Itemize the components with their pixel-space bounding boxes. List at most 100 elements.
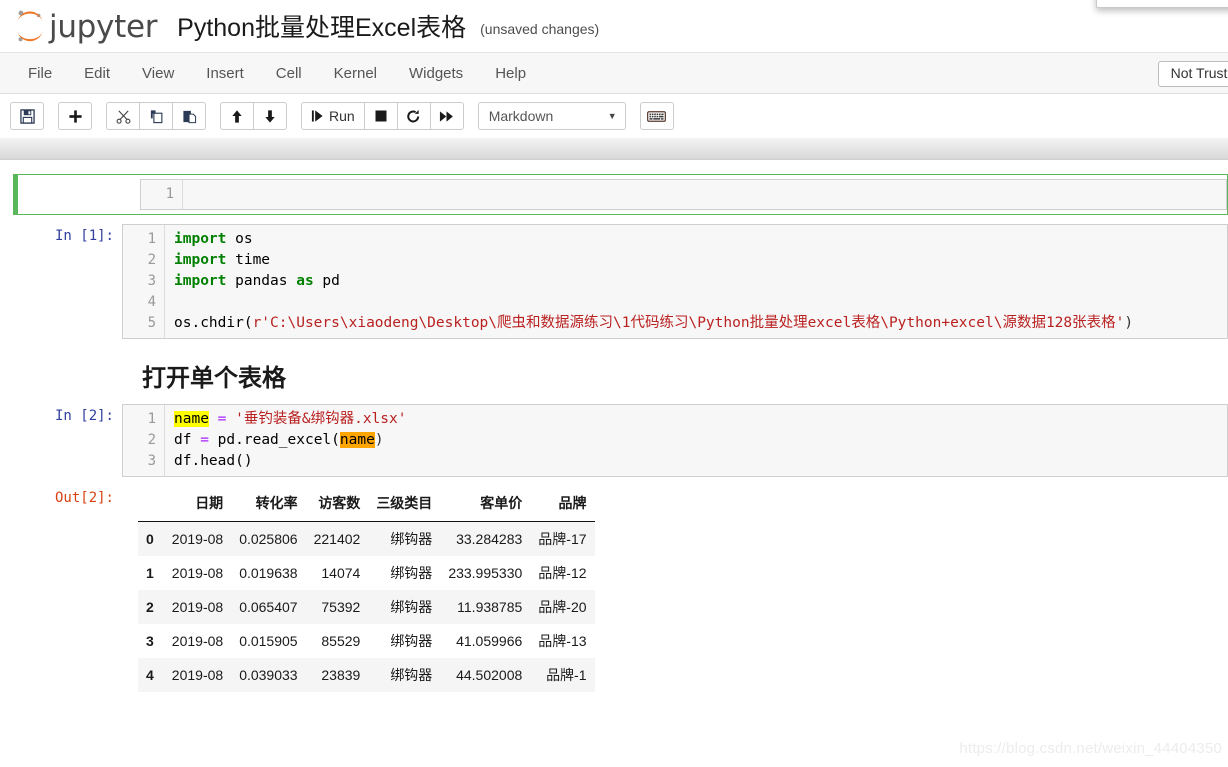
line-number-gutter: 123 xyxy=(123,405,165,476)
cell-category: 绑钩器 xyxy=(390,633,433,649)
cell-brand: 品牌-17 xyxy=(538,531,587,547)
cell-prompt-in-2: In [2]: xyxy=(54,408,114,424)
copy-button[interactable] xyxy=(139,102,173,130)
table-header-row: 日期 转化率 访客数 三级类目 客单价 品牌 xyxy=(138,486,595,522)
keyboard-icon xyxy=(647,110,667,122)
paste-button[interactable] xyxy=(172,102,206,130)
table-row: 1 2019-08 0.019638 14074 绑钩器 233.995330 … xyxy=(138,556,595,590)
restart-kernel-button[interactable] xyxy=(396,102,431,130)
notebook-title[interactable]: Python批量处理Excel表格 xyxy=(177,8,466,44)
fast-forward-icon xyxy=(440,110,454,122)
menu-item-file[interactable]: File xyxy=(12,59,68,88)
save-status: (unsaved changes) xyxy=(480,21,600,37)
chevron-down-icon: ▼ xyxy=(607,111,617,121)
interrupt-kernel-button[interactable] xyxy=(363,102,398,130)
floppy-disk-icon xyxy=(19,108,35,124)
cell-source-text[interactable]: import os import time import pandas as p… xyxy=(165,225,1227,338)
cell-prompt-in-1: In [1]: xyxy=(54,228,114,244)
toolbar-divider-band xyxy=(0,138,1228,160)
markdown-heading-text: 打开单个表格 xyxy=(142,365,286,392)
row-index: 0 xyxy=(146,531,154,547)
cell-date: 2019-08 xyxy=(171,633,224,649)
markdown-rendered-body[interactable]: 打开单个表格 xyxy=(122,358,1228,393)
menu-bar: File Edit View Insert Cell Kernel Widget… xyxy=(0,52,1228,94)
notebook-cell-code-1[interactable]: In [1]: 12345 import os import time impo… xyxy=(0,219,1228,344)
table-row: 0 2019-08 0.025806 221402 绑钩器 33.284283 … xyxy=(138,521,595,556)
cell-date: 2019-08 xyxy=(171,599,224,615)
cell-brand: 品牌-13 xyxy=(538,633,587,649)
arrow-up-icon xyxy=(232,109,242,123)
row-index: 4 xyxy=(146,667,154,683)
menu-item-insert[interactable]: Insert xyxy=(190,59,260,88)
insert-cell-button[interactable] xyxy=(58,102,92,130)
copy-icon xyxy=(150,109,162,123)
command-palette-button[interactable] xyxy=(639,102,674,130)
notebook-cell-markdown-heading[interactable]: 打开单个表格 xyxy=(0,344,1228,399)
cell-category: 绑钩器 xyxy=(390,667,433,683)
cell-visitors: 85529 xyxy=(321,633,361,649)
arrow-down-icon xyxy=(265,109,275,123)
jupyter-wordmark: jupyter xyxy=(49,9,158,45)
column-header-conversion-rate: 转化率 xyxy=(231,486,306,522)
menu-item-edit[interactable]: Edit xyxy=(68,59,126,88)
notebook-cell-code-2[interactable]: In [2]: 123 name = '垂钓装备&绑钩器.xlsx' df = … xyxy=(0,399,1228,482)
column-header-unit-price: 客单价 xyxy=(440,486,531,522)
plus-icon xyxy=(68,109,82,123)
cell-visitors: 23839 xyxy=(321,667,361,683)
cell-category: 绑钩器 xyxy=(390,531,433,547)
jupyter-logo-icon xyxy=(17,10,43,42)
cell-input-area[interactable]: 12345 import os import time import panda… xyxy=(122,224,1228,339)
cell-type-select[interactable]: Markdown ▼ xyxy=(477,102,626,130)
move-cell-up-button[interactable] xyxy=(220,102,254,130)
table-row: 2 2019-08 0.065407 75392 绑钩器 11.938785 品… xyxy=(138,590,595,624)
menu-item-widgets[interactable]: Widgets xyxy=(393,59,479,88)
move-cell-down-button[interactable] xyxy=(253,102,287,130)
menu-item-help[interactable]: Help xyxy=(479,59,542,88)
cell-conversion-rate: 0.015905 xyxy=(239,633,298,649)
cell-conversion-rate: 0.065407 xyxy=(239,599,298,615)
column-header-brand: 品牌 xyxy=(530,486,595,522)
scissors-icon xyxy=(116,109,130,124)
cell-type-value: Markdown xyxy=(488,108,554,124)
toolbar-group-keyboard xyxy=(639,102,674,130)
highlighted-variable-name: name xyxy=(339,432,375,448)
run-cell-button[interactable]: Run xyxy=(301,102,365,130)
cell-date: 2019-08 xyxy=(171,531,224,547)
cell-unit-price: 233.995330 xyxy=(448,565,523,581)
cell-unit-price: 33.284283 xyxy=(456,531,523,547)
run-button-label: Run xyxy=(329,108,355,124)
toolbar-group-move xyxy=(220,102,287,130)
cell-prompt-empty xyxy=(18,179,140,210)
menu-item-kernel[interactable]: Kernel xyxy=(318,59,393,88)
paste-icon xyxy=(182,110,196,123)
highlighted-variable-name: name xyxy=(174,411,209,427)
toolbar-group-add xyxy=(58,102,92,130)
cut-button[interactable] xyxy=(106,102,140,130)
row-index: 3 xyxy=(146,633,154,649)
cell-input-area[interactable]: 123 name = '垂钓装备&绑钩器.xlsx' df = pd.read_… xyxy=(122,404,1228,477)
dataframe-body: 0 2019-08 0.025806 221402 绑钩器 33.284283 … xyxy=(138,521,595,692)
floating-panel-clipped xyxy=(1096,0,1228,8)
cell-date: 2019-08 xyxy=(171,565,224,581)
save-button[interactable] xyxy=(10,102,44,130)
cell-date: 2019-08 xyxy=(171,667,224,683)
trust-status-button[interactable]: Not Trusted xyxy=(1157,61,1228,87)
restart-circle-icon xyxy=(407,109,420,122)
cell-source-text[interactable] xyxy=(183,180,1226,209)
cell-brand: 品牌-1 xyxy=(546,667,587,683)
menu-item-cell[interactable]: Cell xyxy=(260,59,318,88)
table-row: 3 2019-08 0.015905 85529 绑钩器 41.059966 品… xyxy=(138,624,595,658)
jupyter-logo[interactable]: jupyter xyxy=(14,8,157,44)
menu-item-view[interactable]: View xyxy=(126,59,190,88)
cell-input-area[interactable]: 1 xyxy=(140,179,1227,210)
dataframe-head: 日期 转化率 访客数 三级类目 客单价 品牌 xyxy=(138,486,595,522)
cell-prompt-out-2: Out[2]: xyxy=(54,490,114,506)
cell-conversion-rate: 0.039033 xyxy=(239,667,298,683)
notebook-cell-empty-selected[interactable]: 1 xyxy=(13,174,1228,215)
notebook-body: 1 In [1]: 12345 import os import time im… xyxy=(0,160,1228,692)
cell-visitors: 14074 xyxy=(321,565,361,581)
cell-unit-price: 41.059966 xyxy=(456,633,523,649)
restart-and-run-all-button[interactable] xyxy=(429,102,464,130)
cell-source-text[interactable]: name = '垂钓装备&绑钩器.xlsx' df = pd.read_exce… xyxy=(165,405,1227,476)
notebook-cell-output: Out[2]: 日期 转化率 访客数 三级类目 客单价 品牌 0 2019-08… xyxy=(0,482,1228,692)
